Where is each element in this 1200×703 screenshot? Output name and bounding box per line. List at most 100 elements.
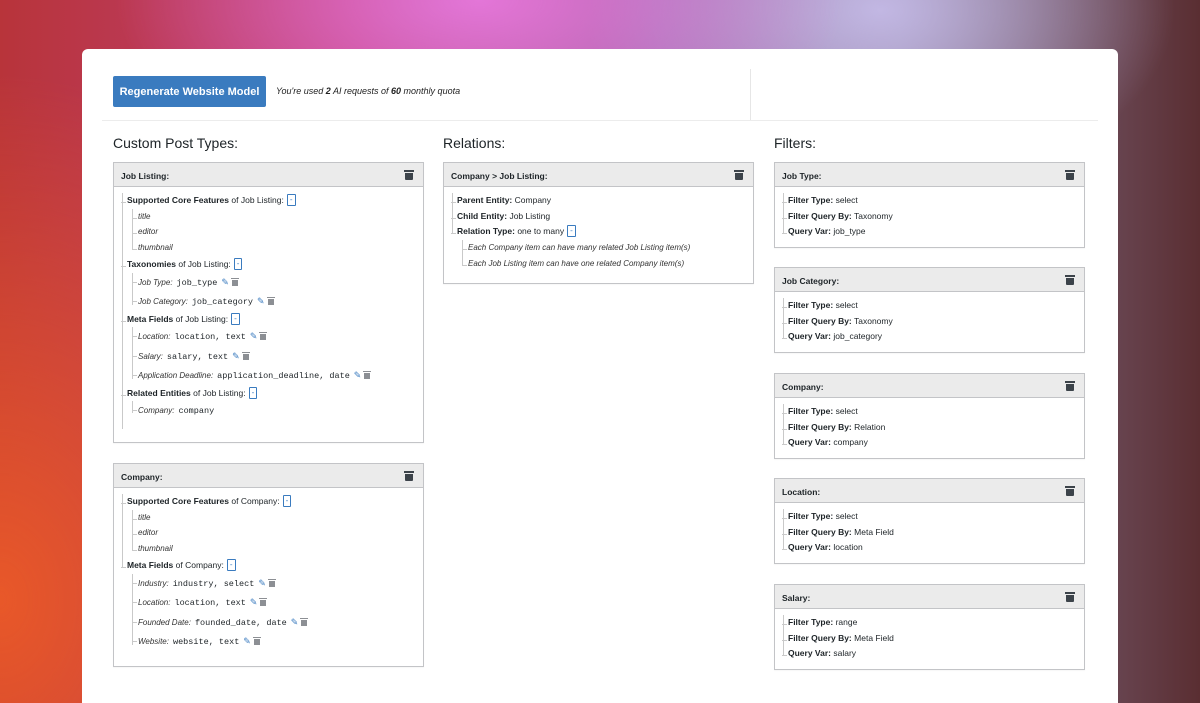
custom-post-types-title: Custom Post Types:: [113, 135, 239, 151]
edit-icon[interactable]: ✎: [232, 351, 240, 361]
filter-header: Job Category:: [775, 268, 1084, 292]
parent-entity: Parent Entity: Company: [451, 193, 753, 209]
list-item: Company: company: [132, 401, 423, 421]
filter-query-by: Filter Query By: Meta Field: [782, 525, 1084, 541]
list-item: editor: [132, 525, 423, 541]
filter-query-by: Filter Query By: Taxonomy: [782, 314, 1084, 330]
filter-query-by: Filter Query By: Taxonomy: [782, 209, 1084, 225]
cpt-company-header: Company:: [114, 464, 423, 488]
toolbar-divider: [750, 69, 751, 121]
trash-icon[interactable]: [259, 332, 268, 340]
list-item: Location: location, text ✎: [132, 593, 423, 613]
filter-query-by: Filter Query By: Meta Field: [782, 631, 1084, 647]
list-item: thumbnail: [132, 541, 423, 557]
collapse-toggle[interactable]: -: [233, 258, 243, 270]
edit-icon[interactable]: ✎: [250, 331, 258, 341]
filter-query-var: Query Var: job_category: [782, 329, 1084, 345]
collapse-toggle[interactable]: -: [248, 386, 258, 399]
filter-header: Job Type:: [775, 163, 1084, 187]
meta-fields-heading: Meta Fields of Company: -: [121, 558, 423, 574]
list-item: title: [132, 510, 423, 526]
edit-icon[interactable]: ✎: [291, 617, 299, 627]
relation-header: Company > Job Listing:: [444, 163, 753, 187]
toolbar: Regenerate Website Model You're used 2 A…: [82, 49, 1118, 121]
filters-column: Filters:: [774, 135, 816, 151]
regenerate-website-model-button[interactable]: Regenerate Website Model: [113, 76, 266, 107]
relations-title: Relations:: [443, 135, 506, 151]
filters-title: Filters:: [774, 135, 816, 151]
trash-icon[interactable]: [300, 617, 309, 626]
collapse-toggle[interactable]: -: [282, 495, 292, 507]
meta-fields-list: Industry: industry, select ✎ Location: loca…: [122, 573, 423, 652]
features-heading: Supported Core Features of Company: -: [121, 494, 423, 510]
related-entities-heading: Related Entities of Job Listing: -: [121, 386, 423, 402]
taxonomies-heading: Taxonomies of Job Listing: -: [121, 257, 423, 273]
trash-icon[interactable]: [241, 351, 250, 360]
trash-icon[interactable]: [267, 578, 276, 587]
main-panel: Regenerate Website Model You're used 2 A…: [82, 49, 1118, 703]
filter-type: Filter Type: select: [782, 404, 1084, 420]
trash-icon[interactable]: [734, 170, 744, 180]
trash-icon[interactable]: [1065, 486, 1075, 496]
edit-icon[interactable]: ✎: [221, 277, 229, 287]
filter-body: Filter Type: range Filter Query By: Meta…: [775, 609, 1084, 662]
features-heading: Supported Core Features of Job Listing: -: [121, 193, 423, 209]
relation-body: Parent Entity: Company Child Entity: Job…: [444, 187, 753, 273]
cpt-company-box: Company: Supported Core Features of Comp…: [113, 463, 424, 667]
related-entities-list: Company: company: [122, 401, 423, 421]
list-item: title: [132, 209, 423, 225]
edit-icon[interactable]: ✎: [258, 578, 266, 588]
collapse-toggle[interactable]: -: [226, 559, 236, 571]
filter-header: Company:: [775, 374, 1084, 398]
trash-icon[interactable]: [230, 277, 239, 286]
trash-icon[interactable]: [259, 598, 268, 606]
collapse-toggle[interactable]: -: [231, 312, 240, 325]
meta-fields-heading: Meta Fields of Job Listing: -: [121, 312, 423, 328]
cpt-company-body: Supported Core Features of Company: - tit…: [114, 488, 423, 652]
filter-body: Filter Type: select Filter Query By: Met…: [775, 503, 1084, 556]
filter-query-var: Query Var: location: [782, 540, 1084, 556]
trash-icon[interactable]: [404, 471, 414, 481]
relation-notes: Each Company item can have many related …: [452, 239, 753, 273]
edit-icon[interactable]: ✎: [250, 597, 258, 607]
edit-icon[interactable]: ✎: [257, 296, 265, 306]
trash-icon[interactable]: [1065, 381, 1075, 391]
collapse-toggle[interactable]: -: [567, 225, 576, 237]
filter-type: Filter Type: select: [782, 509, 1084, 525]
custom-post-types-column: Custom Post Types:: [113, 135, 238, 151]
list-item: Industry: industry, select ✎: [132, 574, 423, 594]
section-divider: [102, 120, 1098, 121]
quota-used: 2: [325, 86, 331, 96]
trash-icon[interactable]: [1065, 275, 1075, 285]
list-item: editor: [132, 224, 423, 240]
trash-icon[interactable]: [1065, 170, 1075, 180]
list-item: Job Type: job_type ✎: [132, 273, 423, 293]
relation-box: Company > Job Listing: Parent Entity: Co…: [443, 162, 754, 284]
filter-query-by: Filter Query By: Relation: [782, 420, 1084, 436]
filter-header: Salary:: [775, 585, 1084, 609]
relations-column: Relations:: [443, 135, 505, 151]
filter-box: Job Type: Filter Type: select Filter Que…: [774, 162, 1085, 248]
list-item: Founded Date: founded_date, date ✎: [132, 613, 423, 633]
taxonomies-list: Job Type: job_type ✎ Job Category: job_cate…: [122, 272, 423, 312]
list-item: thumbnail: [132, 240, 423, 256]
filter-body: Filter Type: select Filter Query By: Tax…: [775, 292, 1084, 345]
filter-query-var: Query Var: company: [782, 435, 1084, 451]
filter-type: Filter Type: select: [782, 193, 1084, 209]
filter-box: Location: Filter Type: select Filter Que…: [774, 478, 1085, 564]
trash-icon[interactable]: [266, 297, 275, 305]
features-list: title editor thumbnail: [122, 509, 423, 557]
collapse-toggle[interactable]: -: [286, 194, 296, 206]
filter-header: Location:: [775, 479, 1084, 503]
edit-icon[interactable]: ✎: [354, 370, 362, 380]
trash-icon[interactable]: [252, 637, 261, 645]
filter-box: Salary: Filter Type: range Filter Query …: [774, 584, 1085, 670]
list-item: Each Company item can have many related …: [462, 240, 753, 257]
filter-box: Company: Filter Type: select Filter Quer…: [774, 373, 1085, 459]
edit-icon[interactable]: ✎: [243, 636, 251, 646]
trash-icon[interactable]: [404, 170, 414, 180]
cpt-job-listing-header: Job Listing:: [114, 163, 423, 187]
trash-icon[interactable]: [1065, 592, 1075, 602]
quota-total: 60: [391, 86, 402, 96]
trash-icon[interactable]: [363, 371, 372, 379]
